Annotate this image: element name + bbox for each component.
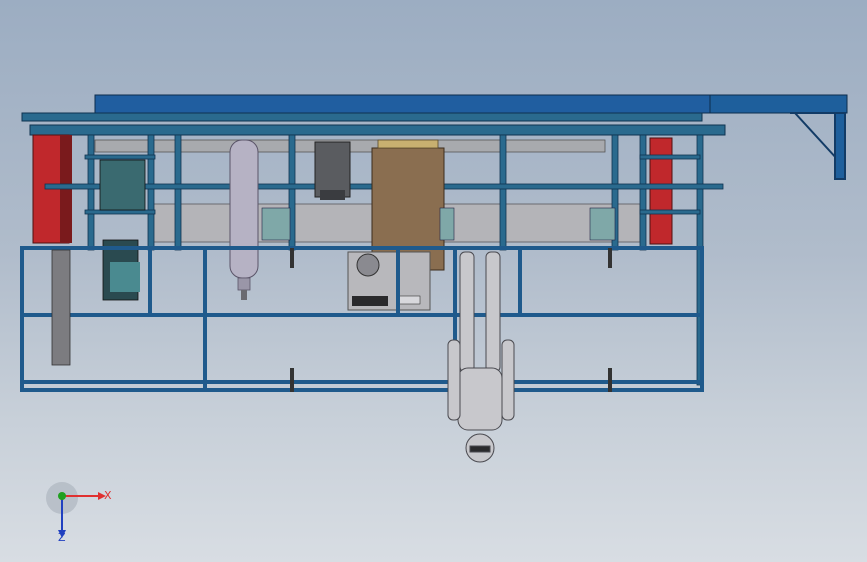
tan-panel-top xyxy=(377,139,439,149)
left-post xyxy=(51,249,71,366)
z-axis-label: Z xyxy=(58,531,66,544)
graphics-viewport[interactable]: X Z xyxy=(0,0,867,562)
assembly-model[interactable] xyxy=(0,0,867,562)
upper-rail-2 xyxy=(29,124,726,136)
human-figure xyxy=(447,251,515,463)
red-panel-right xyxy=(649,137,673,245)
y-axis-dot xyxy=(58,492,66,500)
left-machinery xyxy=(99,159,146,301)
hopper xyxy=(314,141,351,200)
overhead-beam-left xyxy=(94,94,711,114)
vertical-tank xyxy=(229,139,259,300)
support-bracket xyxy=(790,112,846,180)
motor-unit xyxy=(347,251,431,311)
x-axis-label: X xyxy=(104,489,112,502)
upper-rail xyxy=(21,112,703,122)
